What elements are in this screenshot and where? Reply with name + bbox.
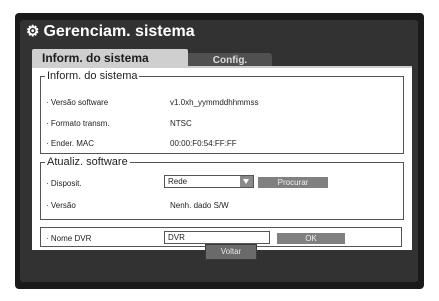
window-title-text: Gerenciam. sistema <box>43 23 195 40</box>
dvr-name-label: · Nome DVR <box>46 234 92 243</box>
gear-icon: ⚙ <box>26 23 40 40</box>
system-info-panel: Inform. do sistema · Versão software v1.… <box>32 68 412 250</box>
back-button[interactable]: Voltar <box>205 244 257 260</box>
mac-address-value: 00:00:F0:54:FF:FF <box>170 139 237 148</box>
version-value: Nenh. dado S/W <box>170 201 229 210</box>
device-select[interactable]: Rede <box>164 175 254 188</box>
mac-address-label: · Ender. MAC <box>46 139 95 148</box>
system-info-legend: Inform. do sistema <box>47 70 138 82</box>
software-version-label: · Versão software <box>46 98 109 107</box>
transmission-format-value: NTSC <box>170 119 192 128</box>
device-label: · Disposit. <box>46 179 82 188</box>
ok-button[interactable]: OK <box>277 233 345 244</box>
software-update-group: Atualiz. software <box>40 156 404 220</box>
software-version-value: v1.0xh_yymmddhhmmss <box>170 98 259 107</box>
dvr-name-input[interactable]: DVR <box>164 231 270 244</box>
window-title: ⚙ Gerenciam. sistema <box>26 22 195 41</box>
transmission-format-label: · Formato transm. <box>46 119 110 128</box>
search-button[interactable]: Procurar <box>258 177 328 188</box>
system-management-window: ⚙ Gerenciam. sistema Inform. do sistema C… <box>20 20 418 282</box>
software-update-legend: Atualiz. software <box>47 156 128 168</box>
chevron-down-icon[interactable] <box>240 176 253 187</box>
device-select-value: Rede <box>168 177 188 186</box>
version-label: · Versão <box>46 201 76 210</box>
